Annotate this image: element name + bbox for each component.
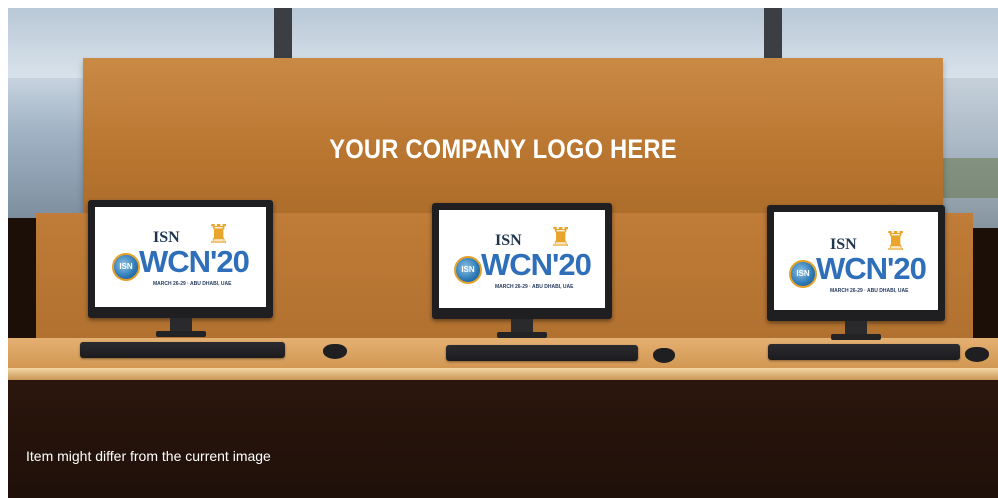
desk-edge <box>8 368 998 380</box>
image-disclaimer: Item might differ from the current image <box>26 448 271 464</box>
mouse <box>323 344 347 359</box>
keyboard <box>768 344 960 360</box>
desk-front <box>8 380 998 498</box>
monitor: ISN ISN WCN'20 ♜ MARCH 26-29 · ABU DHABI… <box>88 200 273 350</box>
event-dates: MARCH 26-29 · ABU DHABI, UAE <box>153 281 232 287</box>
trophy-icon: ♜ <box>884 226 908 256</box>
airport-grass <box>938 158 998 198</box>
airport-view <box>938 78 998 228</box>
keyboard <box>80 342 285 358</box>
monitor-stand-base <box>156 331 206 337</box>
wcn20-wordmark: WCN'20 <box>481 247 592 282</box>
monitor-screen: ISN ISN WCN'20 ♜ MARCH 26-29 · ABU DHABI… <box>439 210 605 308</box>
isn-globe-badge: ISN <box>454 256 482 284</box>
trophy-icon: ♜ <box>549 222 573 252</box>
trophy-icon: ♜ <box>207 219 231 249</box>
monitor-stand <box>511 319 533 333</box>
wcn20-logo: ISN ISN WCN'20 ♜ MARCH 26-29 · ABU DHABI… <box>95 207 266 307</box>
company-logo-placeholder: YOUR COMPANY LOGO HERE <box>329 134 677 164</box>
wcn20-logo: ISN ISN WCN'20 ♜ MARCH 26-29 · ABU DHABI… <box>439 210 605 308</box>
monitor-screen: ISN ISN WCN'20 ♜ MARCH 26-29 · ABU DHABI… <box>774 212 938 310</box>
monitor-screen: ISN ISN WCN'20 ♜ MARCH 26-29 · ABU DHABI… <box>95 207 266 307</box>
mouse <box>653 348 675 363</box>
monitor: ISN ISN WCN'20 ♜ MARCH 26-29 · ABU DHABI… <box>767 205 947 355</box>
wcn20-wordmark: WCN'20 <box>816 251 927 286</box>
monitor-stand <box>845 321 867 335</box>
product-photo: YOUR COMPANY LOGO HERE ISN ISN WCN'20 ♜ … <box>8 8 998 498</box>
isn-globe-badge: ISN <box>789 260 817 288</box>
monitor-stand <box>170 318 192 332</box>
monitor: ISN ISN WCN'20 ♜ MARCH 26-29 · ABU DHABI… <box>432 203 612 353</box>
mouse <box>965 347 989 362</box>
event-dates: MARCH 26-29 · ABU DHABI, UAE <box>830 288 909 294</box>
monitor-stand-base <box>497 332 547 338</box>
event-dates: MARCH 26-29 · ABU DHABI, UAE <box>495 284 574 290</box>
wcn20-wordmark: WCN'20 <box>139 244 250 279</box>
keyboard <box>446 345 638 361</box>
isn-globe-badge: ISN <box>112 253 140 281</box>
wcn20-logo: ISN ISN WCN'20 ♜ MARCH 26-29 · ABU DHABI… <box>774 212 938 310</box>
monitor-stand-base <box>831 334 881 340</box>
